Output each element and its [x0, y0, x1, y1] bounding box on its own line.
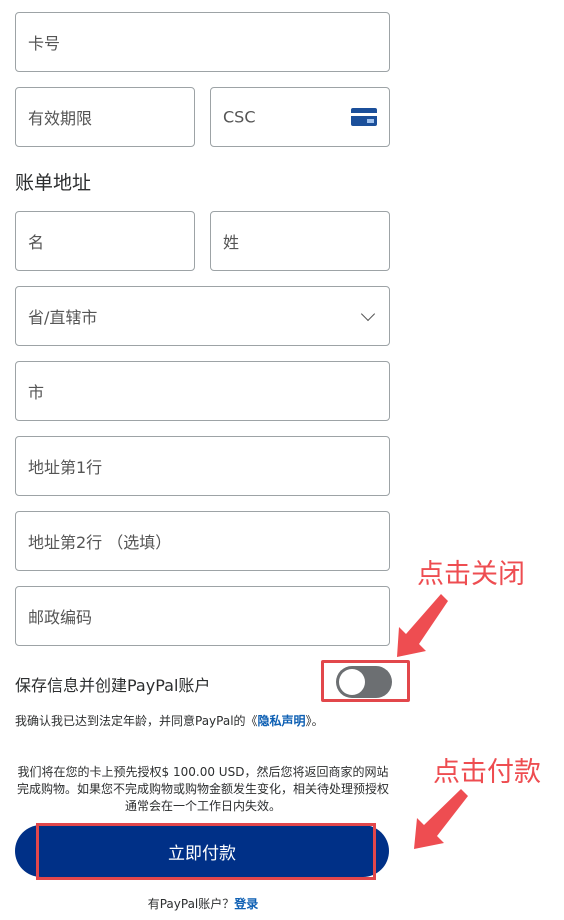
- arrow-to-pay-icon: [414, 789, 468, 849]
- annotation-arrows: [397, 594, 468, 849]
- arrow-to-toggle-icon: [397, 594, 448, 657]
